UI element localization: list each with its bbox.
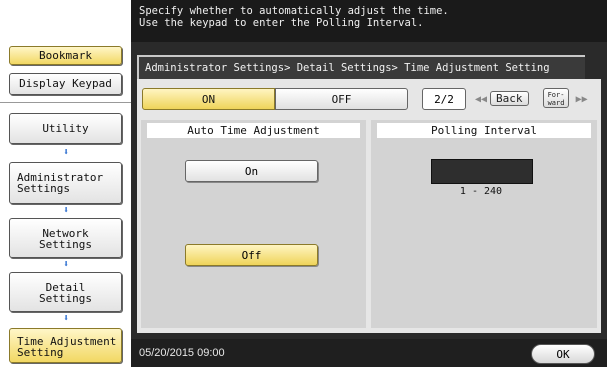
sidebar-divider — [0, 102, 131, 103]
status-bar: 05/20/2015 09:00 OK — [131, 339, 607, 367]
utility-button[interactable]: Utility — [9, 113, 122, 144]
instruction-bar: Specify whether to automatically adjust … — [131, 0, 607, 42]
auto-off-button[interactable]: Off — [185, 244, 318, 266]
detail-settings-label-2: Settings — [39, 292, 92, 305]
network-settings-label-2: Settings — [39, 238, 92, 251]
breadcrumb-bar: Administrator Settings> Detail Settings>… — [137, 55, 585, 79]
down-arrow-icon: ⬇ — [62, 259, 70, 270]
forward-button[interactable]: For-ward ▶▶ — [543, 88, 601, 110]
breadcrumb: Administrator Settings> Detail Settings>… — [145, 62, 550, 74]
main-panel: Administrator Settings> Detail Settings>… — [131, 42, 607, 367]
forward-label-2: ward — [547, 99, 565, 107]
on-toggle-button[interactable]: ON — [142, 88, 275, 110]
polling-interval-input[interactable] — [431, 159, 533, 184]
time-adjustment-setting-button[interactable]: Time Adjustment Setting — [9, 328, 122, 363]
display-keypad-button[interactable]: Display Keypad — [9, 73, 122, 95]
off-toggle-button[interactable]: OFF — [275, 88, 408, 110]
auto-on-button[interactable]: On — [185, 160, 318, 182]
detail-settings-button[interactable]: Detail Settings — [9, 272, 122, 312]
forward-label: For-ward — [543, 88, 569, 108]
double-left-arrow-icon: ◀◀ — [475, 94, 488, 105]
administrator-settings-label-1: Administrator — [17, 171, 104, 184]
polling-interval-title: Polling Interval — [377, 123, 591, 138]
back-button[interactable]: ◀◀ Back — [475, 88, 537, 110]
detail-settings-label-1: Detail — [45, 281, 86, 294]
instruction-line-1: Specify whether to automatically adjust … — [139, 5, 449, 17]
network-settings-label-1: Network — [42, 227, 89, 240]
polling-interval-range: 1 - 240 — [459, 186, 503, 197]
instruction-text: Specify whether to automatically adjust … — [139, 5, 449, 29]
auto-time-adjustment-section: Auto Time Adjustment On Off — [141, 120, 366, 328]
screen: Bookmark Display Keypad Utility ⬇ Admini… — [0, 0, 607, 367]
forward-label-1: For- — [547, 91, 565, 99]
datetime-display: 05/20/2015 09:00 — [139, 347, 225, 359]
page-indicator: 2/2 — [422, 88, 466, 110]
instruction-line-2: Use the keypad to enter the Polling Inte… — [139, 17, 424, 29]
network-settings-button[interactable]: Network Settings — [9, 218, 122, 258]
polling-interval-section: Polling Interval 1 - 240 — [371, 120, 597, 328]
down-arrow-icon: ⬇ — [62, 313, 70, 324]
content-area: ON OFF 2/2 ◀◀ Back For-ward ▶▶ Auto Time … — [137, 79, 601, 333]
bookmark-button[interactable]: Bookmark — [9, 46, 122, 65]
administrator-settings-button[interactable]: Administrator Settings — [9, 162, 122, 204]
down-arrow-icon: ⬇ — [62, 147, 70, 158]
administrator-settings-label-2: Settings — [17, 182, 70, 195]
left-sidebar: Bookmark Display Keypad Utility ⬇ Admini… — [0, 0, 131, 367]
time-adjustment-label-1: Time Adjustment — [17, 335, 117, 348]
down-arrow-icon: ⬇ — [62, 205, 70, 216]
double-right-arrow-icon: ▶▶ — [575, 94, 588, 105]
ok-button[interactable]: OK — [531, 344, 595, 364]
auto-time-adjustment-title: Auto Time Adjustment — [147, 123, 360, 138]
back-label: Back — [490, 91, 529, 106]
time-adjustment-label-2: Setting — [17, 346, 64, 359]
